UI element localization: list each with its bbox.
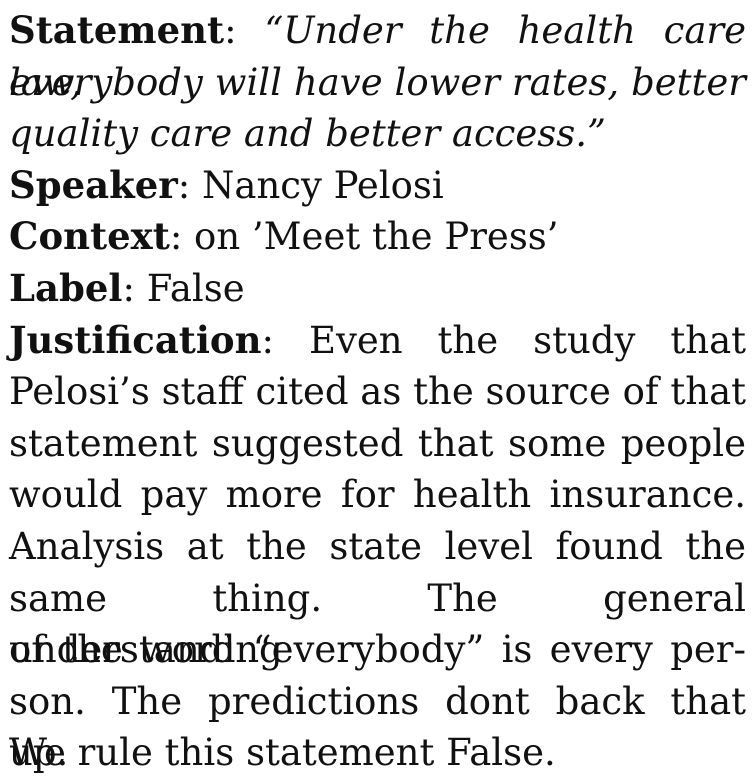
context-key: Context — [9, 214, 170, 259]
context-separator: : — [169, 215, 183, 259]
statement-line-2: everybody will have lower rates, better — [9, 60, 746, 104]
label-line: Label: False — [9, 263, 746, 315]
speaker-value: Nancy Pelosi — [202, 163, 444, 207]
justification-line-2: Pelosi’s staff cited as the source of th… — [9, 370, 746, 414]
context-value: on ’Meet the Press’ — [194, 215, 559, 259]
statement-line-1: Statement: “Under the health care law, — [9, 5, 746, 104]
justification-key: Justification — [9, 317, 262, 362]
justification-line-7: of the word “everybody” is every per- — [9, 628, 746, 672]
justification-line-3: statement suggested that some people — [9, 421, 746, 465]
justification-line-1: Justification: Even the study that — [9, 315, 746, 367]
justification-line-5: Analysis at the state level found the — [9, 524, 746, 568]
justification-text-1: Even the study that — [308, 318, 746, 362]
speaker-line: Speaker: Nancy Pelosi — [9, 160, 746, 212]
speaker-separator: : — [177, 163, 191, 207]
justification-line-9: We rule this statement False. — [9, 731, 556, 775]
statement-line-3: quality care and better access.” — [9, 112, 606, 156]
justification-line-4: would pay more for health insurance. — [9, 473, 746, 517]
statement-key: Statement — [9, 8, 225, 52]
label-separator: : — [122, 266, 135, 310]
speaker-key: Speaker — [9, 162, 178, 207]
justification-line-6: same thing. The general understanding — [9, 576, 746, 672]
fact-check-document: Statement: “Under the health care law, e… — [0, 0, 755, 781]
statement-separator: : — [224, 9, 237, 52]
label-value: False — [146, 266, 245, 310]
label-key: Label — [9, 265, 123, 310]
context-line: Context: on ’Meet the Press’ — [9, 211, 746, 263]
justification-separator: : — [261, 318, 274, 362]
justification-line-8: son. The predictions dont back that up. — [9, 679, 746, 775]
